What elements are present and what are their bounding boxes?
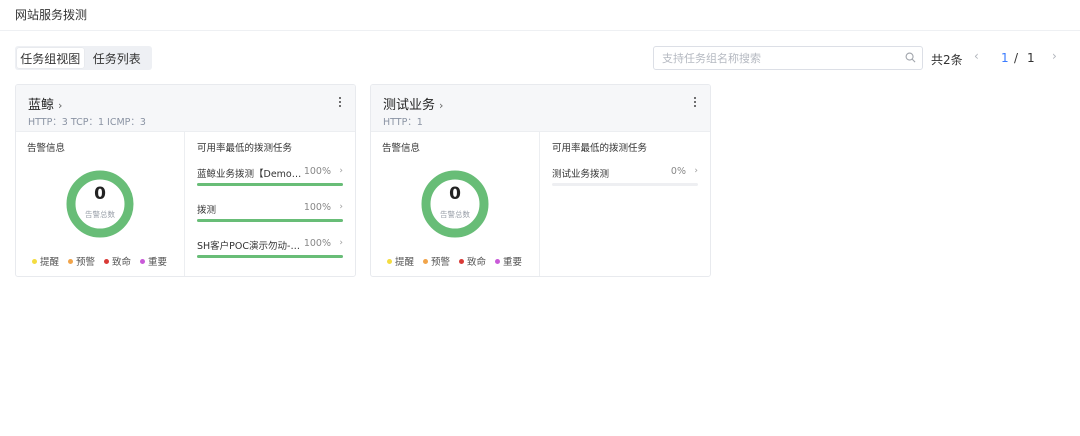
legend-item-fatal: 致命 xyxy=(459,254,486,268)
alarm-count: 0 xyxy=(94,184,106,204)
task-item[interactable]: SH客户POC演示勿动-百度 100% › xyxy=(197,238,343,262)
availability-bar xyxy=(197,219,343,222)
task-name: SH客户POC演示勿动-百度 xyxy=(197,241,305,252)
task-name: 拨测 xyxy=(197,205,217,216)
availability-bar xyxy=(552,183,698,186)
legend-item-warning: 预警 xyxy=(423,254,450,268)
total-count: 共2条 xyxy=(931,53,963,67)
chevron-right-icon: › xyxy=(339,166,343,176)
total-pages: 1 xyxy=(1027,51,1035,65)
task-name: 测试业务拨测 xyxy=(552,169,610,180)
card-header: 测试业务 › HTTP：1 xyxy=(371,85,710,132)
task-percent: 0% xyxy=(670,166,686,177)
task-group-card: 蓝鲸 › HTTP：3 TCP：1 ICMP：3 告警信息 0 告警总数 提醒 预… xyxy=(15,84,356,277)
view-switch: 任务组视图 任务列表 xyxy=(15,46,152,70)
prev-page-icon[interactable]: ‹ xyxy=(974,49,986,65)
page-title: 网站服务拨测 xyxy=(15,8,88,22)
card-title-link[interactable]: 测试业务 › xyxy=(383,94,443,113)
legend-item-fatal: 致命 xyxy=(104,254,131,268)
task-percent: 100% xyxy=(303,202,331,213)
search-input[interactable] xyxy=(654,47,894,69)
task-section: 可用率最低的拨测任务 测试业务拨测 0% › xyxy=(540,132,710,276)
alarm-count-label: 告警总数 xyxy=(85,210,115,219)
availability-bar xyxy=(197,183,343,186)
top-bar: 网站服务拨测 xyxy=(0,0,1080,31)
legend-item-remind: 提醒 xyxy=(387,254,414,268)
alarm-donut-chart xyxy=(421,170,489,238)
task-name: 蓝鲸业务拨测【Demo演示】 xyxy=(197,169,305,180)
legend-item-important: 重要 xyxy=(495,254,522,268)
search-icon[interactable] xyxy=(905,52,916,63)
next-page-icon[interactable]: › xyxy=(1052,49,1064,65)
chevron-right-icon: › xyxy=(339,238,343,248)
more-menu-icon[interactable] xyxy=(335,94,345,110)
task-percent: 100% xyxy=(303,238,331,249)
chevron-right-icon: › xyxy=(58,99,63,112)
protocol-counts: HTTP：1 xyxy=(383,117,423,128)
tab-task-group-view[interactable]: 任务组视图 xyxy=(17,48,84,68)
alarm-legend: 提醒 预警 致命 重要 xyxy=(387,254,522,268)
task-section: 可用率最低的拨测任务 蓝鲸业务拨测【Demo演示】 100% › 拨测 100%… xyxy=(185,132,355,276)
alarm-legend: 提醒 预警 致命 重要 xyxy=(32,254,167,268)
alarm-donut-chart xyxy=(66,170,134,238)
card-title: 测试业务 xyxy=(383,98,436,113)
chevron-right-icon: › xyxy=(694,166,698,176)
availability-bar xyxy=(197,255,343,258)
chevron-right-icon: › xyxy=(339,202,343,212)
more-menu-icon[interactable] xyxy=(690,94,700,110)
card-title-link[interactable]: 蓝鲸 › xyxy=(28,94,62,113)
card-header: 蓝鲸 › HTTP：3 TCP：1 ICMP：3 xyxy=(16,85,355,132)
legend-item-important: 重要 xyxy=(140,254,167,268)
legend-item-warning: 预警 xyxy=(68,254,95,268)
search-box xyxy=(653,46,923,70)
task-section-title: 可用率最低的拨测任务 xyxy=(552,143,648,154)
page-separator: / xyxy=(1014,51,1019,65)
task-percent: 100% xyxy=(303,166,331,177)
card-title: 蓝鲸 xyxy=(28,98,55,113)
task-item[interactable]: 拨测 100% › xyxy=(197,202,343,226)
alarm-count: 0 xyxy=(449,184,461,204)
protocol-counts: HTTP：3 TCP：1 ICMP：3 xyxy=(28,117,146,128)
alarm-count-label: 告警总数 xyxy=(440,210,470,219)
alarm-title: 告警信息 xyxy=(27,143,66,154)
tab-task-list[interactable]: 任务列表 xyxy=(84,48,151,68)
task-section-title: 可用率最低的拨测任务 xyxy=(197,143,293,154)
task-group-card: 测试业务 › HTTP：1 告警信息 0 告警总数 提醒 预警 致命 重要 可用率… xyxy=(370,84,711,277)
alarm-section: 告警信息 0 告警总数 提醒 预警 致命 重要 xyxy=(16,132,185,276)
alarm-title: 告警信息 xyxy=(382,143,421,154)
task-item[interactable]: 测试业务拨测 0% › xyxy=(552,166,698,190)
legend-item-remind: 提醒 xyxy=(32,254,59,268)
chevron-right-icon: › xyxy=(439,99,444,112)
current-page[interactable]: 1 xyxy=(1001,51,1009,65)
task-item[interactable]: 蓝鲸业务拨测【Demo演示】 100% › xyxy=(197,166,343,190)
alarm-section: 告警信息 0 告警总数 提醒 预警 致命 重要 xyxy=(371,132,540,276)
